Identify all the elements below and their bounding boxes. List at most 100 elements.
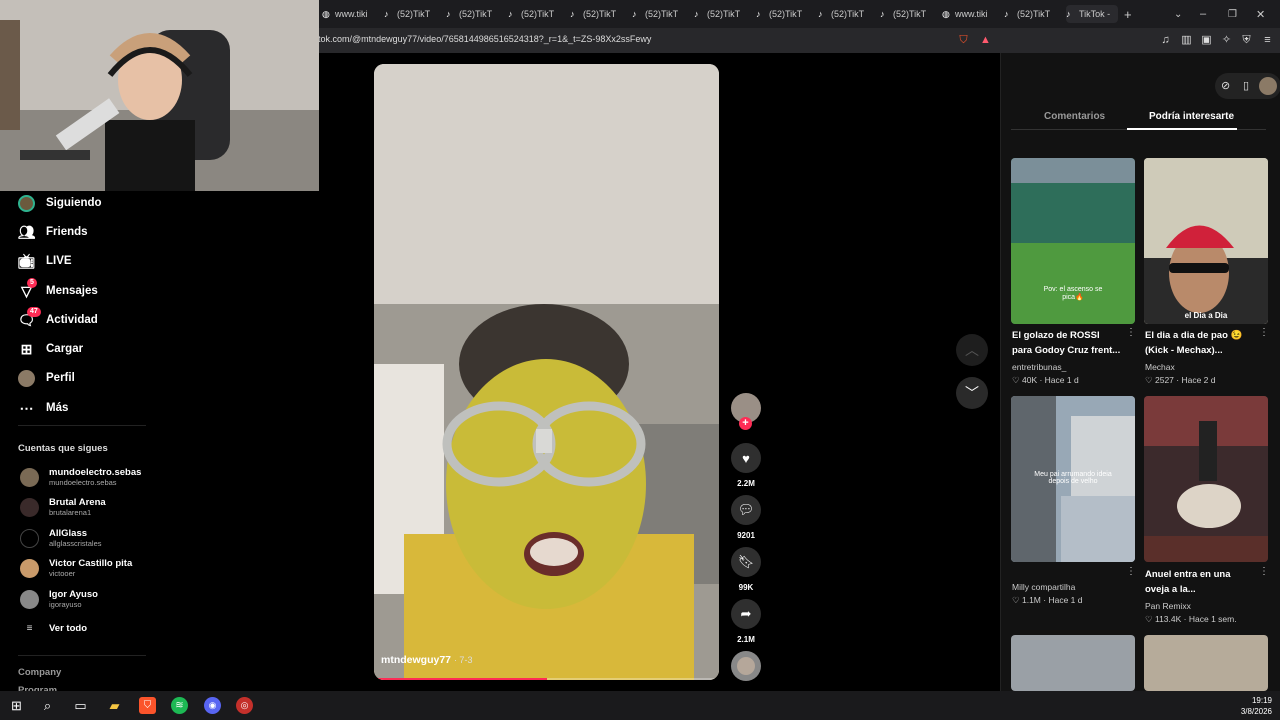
card-title-line: oveja a la... xyxy=(1145,584,1196,595)
sound-disc[interactable] xyxy=(731,651,761,681)
more-options-icon[interactable]: ⋮ xyxy=(1259,327,1269,338)
account-item[interactable]: Victor Castillo pita victooer xyxy=(20,558,132,578)
browser-tab[interactable]: ♪ (52)TikT xyxy=(446,5,498,23)
video-thumbnail[interactable] xyxy=(1144,396,1268,562)
sidebar-item-cargar[interactable]: ⊞ Cargar xyxy=(18,339,83,359)
company-link[interactable]: Company xyxy=(18,667,61,678)
card-stats: ♡ 2527 · Hace 2 d xyxy=(1145,375,1216,385)
tab-comentarios[interactable]: Comentarios xyxy=(1044,111,1105,122)
browser-tab[interactable]: ♪ (52)TikT xyxy=(1004,5,1056,23)
file-explorer-icon[interactable]: ▰ xyxy=(106,697,123,714)
new-tab-button[interactable]: + xyxy=(1124,5,1136,23)
more-options-icon[interactable]: ⋮ xyxy=(1126,327,1136,338)
browser-tab[interactable]: ♪ (52)TikT xyxy=(818,5,870,23)
webcam-overlay xyxy=(0,0,319,191)
account-item[interactable]: AllGlass allglasscristales xyxy=(20,528,102,548)
previous-video-button[interactable]: ︿ xyxy=(956,334,988,366)
share-button[interactable]: ➦ xyxy=(731,599,761,629)
progress-bar[interactable] xyxy=(374,678,547,680)
windows-start-icon[interactable]: ⊞ xyxy=(8,697,25,714)
account-item[interactable]: Brutal Arena brutalarena1 xyxy=(20,497,106,517)
chevron-down-icon[interactable]: ⌄ xyxy=(1174,5,1186,23)
video-player[interactable]: mtndewguy77 · 7-3 xyxy=(374,64,719,680)
phone-icon[interactable]: ▯ xyxy=(1243,79,1249,92)
minimize-icon[interactable]: – xyxy=(1200,5,1212,23)
video-author[interactable]: mtndewguy77 xyxy=(381,654,451,666)
sidebar-item-friends[interactable]: 👥︎ Friends xyxy=(18,222,88,242)
video-thumbnail[interactable]: Pov: el ascenso se pica🔥 xyxy=(1011,158,1135,324)
browser-tab[interactable]: ♪ (52)TikT xyxy=(756,5,808,23)
brave-rewards-icon[interactable]: ▲ xyxy=(979,34,992,47)
follow-plus-icon[interactable]: + xyxy=(739,417,752,430)
spotify-icon[interactable]: ≋ xyxy=(171,697,188,714)
card-title[interactable]: El golazo de ROSSI para Godoy Cruz frent.… xyxy=(1012,328,1130,358)
browser-tab[interactable]: ◍ www.tiki xyxy=(942,5,994,23)
music-icon[interactable]: ♫ xyxy=(1159,34,1172,47)
browser-tab[interactable]: ♪ (52)TikT xyxy=(384,5,436,23)
card-time: Hace 2 d xyxy=(1181,375,1216,385)
obs-icon[interactable]: ◎ xyxy=(236,697,253,714)
music-disc-icon xyxy=(737,657,755,675)
task-view-icon[interactable]: ▭ xyxy=(72,697,89,714)
card-author[interactable]: Pan Remixx xyxy=(1145,601,1191,611)
card-title[interactable]: El dia a dia de pao 😉 (Kick - Mechax)... xyxy=(1145,328,1263,358)
tab-label: (52)TikT xyxy=(459,9,493,19)
menu-icon[interactable]: ≡ xyxy=(1261,34,1274,47)
card-author[interactable]: Mechax xyxy=(1145,362,1175,372)
next-video-button[interactable]: ﹀ xyxy=(956,377,988,409)
chevron-down-icon: ﹀ xyxy=(965,385,979,401)
panel-controls: ⊘ ▯ xyxy=(1215,73,1280,99)
tab-podria-interesarte[interactable]: Podría interesarte xyxy=(1149,111,1234,122)
card-author[interactable]: Milly compartilha xyxy=(1012,582,1075,592)
account-item[interactable]: Igor Ayuso igorayuso xyxy=(20,589,98,609)
more-options-icon[interactable]: ⋮ xyxy=(1259,566,1269,577)
sidebar-item-siguiendo[interactable]: Siguiendo xyxy=(18,193,102,213)
compass-icon[interactable]: ⊘ xyxy=(1221,79,1230,92)
card-author[interactable]: entretribunas_ xyxy=(1012,362,1066,372)
vpn-icon[interactable]: ⛨ xyxy=(1240,34,1253,47)
messages-icon: ▽ 5 xyxy=(18,277,37,300)
sidebar-item-live[interactable]: 📺︎ LIVE xyxy=(18,251,72,271)
restore-icon[interactable]: ❐ xyxy=(1228,5,1240,23)
sidebar-item-actividad[interactable]: 🗨︎ 47 Actividad xyxy=(18,306,98,330)
wallet-icon[interactable]: ▣ xyxy=(1200,34,1213,47)
browser-tab-active[interactable]: ♪ TikTok - xyxy=(1066,5,1118,23)
comment-button[interactable]: 💬︎ xyxy=(731,495,761,525)
video-thumbnail[interactable]: Meu pai arrumando ideia depois de velho xyxy=(1011,396,1135,562)
avatar xyxy=(20,467,39,487)
like-button[interactable]: ♥ xyxy=(731,443,761,473)
tiktok-icon: ♪ xyxy=(880,8,885,19)
account-item[interactable]: mundoelectro.sebas mundoelectro.sebas xyxy=(20,467,141,487)
sidebar-icon[interactable]: ▥ xyxy=(1180,34,1193,47)
url-input[interactable]: tok.com/@mtndewguy77/video/7658144986516… xyxy=(318,34,651,44)
browser-tab[interactable]: ♪ (52)TikT xyxy=(880,5,932,23)
sidebar-item-mas[interactable]: ⋯ Más xyxy=(18,398,69,418)
card-title[interactable]: Anuel entra en una oveja a la... xyxy=(1145,567,1263,597)
browser-tab[interactable]: ♪ (52)TikT xyxy=(632,5,684,23)
browser-tab[interactable]: ♪ (52)TikT xyxy=(694,5,746,23)
thumbnail-image xyxy=(1144,396,1268,562)
leo-icon[interactable]: ✧ xyxy=(1220,34,1233,47)
discord-icon[interactable]: ◉ xyxy=(204,697,221,714)
activity-icon: 🗨︎ 47 xyxy=(18,306,41,329)
save-button[interactable]: 🔖︎ xyxy=(731,547,761,577)
sidebar: Siguiendo 👥︎ Friends 📺︎ LIVE ▽ 5 Mensajes… xyxy=(0,191,160,691)
close-icon[interactable]: ✕ xyxy=(1256,5,1268,23)
video-thumbnail[interactable]: el Dia a Dia xyxy=(1144,158,1268,324)
video-thumbnail[interactable] xyxy=(1144,635,1268,691)
user-avatar[interactable] xyxy=(1259,77,1277,95)
sidebar-item-mensajes[interactable]: ▽ 5 Mensajes xyxy=(18,277,98,301)
browser-tab[interactable]: ♪ (52)TikT xyxy=(570,5,622,23)
account-handle: mundoelectro.sebas xyxy=(49,478,117,487)
card-title-line: Anuel entra en una xyxy=(1145,569,1231,580)
search-icon[interactable]: ⌕ xyxy=(39,697,56,714)
see-all-link[interactable]: ≡ Ver todo xyxy=(20,623,87,634)
sidebar-item-perfil[interactable]: Perfil xyxy=(18,368,75,388)
more-options-icon[interactable]: ⋮ xyxy=(1126,566,1136,577)
brave-browser-icon[interactable]: ⛉ xyxy=(139,697,156,714)
browser-tab[interactable]: ◍ www.tiki xyxy=(322,5,374,23)
video-thumbnail[interactable] xyxy=(1011,635,1135,691)
system-clock[interactable]: 19:19 3/8/2026 xyxy=(1230,695,1272,717)
browser-tab[interactable]: ♪ (52)TikT xyxy=(508,5,560,23)
brave-shield-icon[interactable]: ⛉ xyxy=(957,34,970,47)
